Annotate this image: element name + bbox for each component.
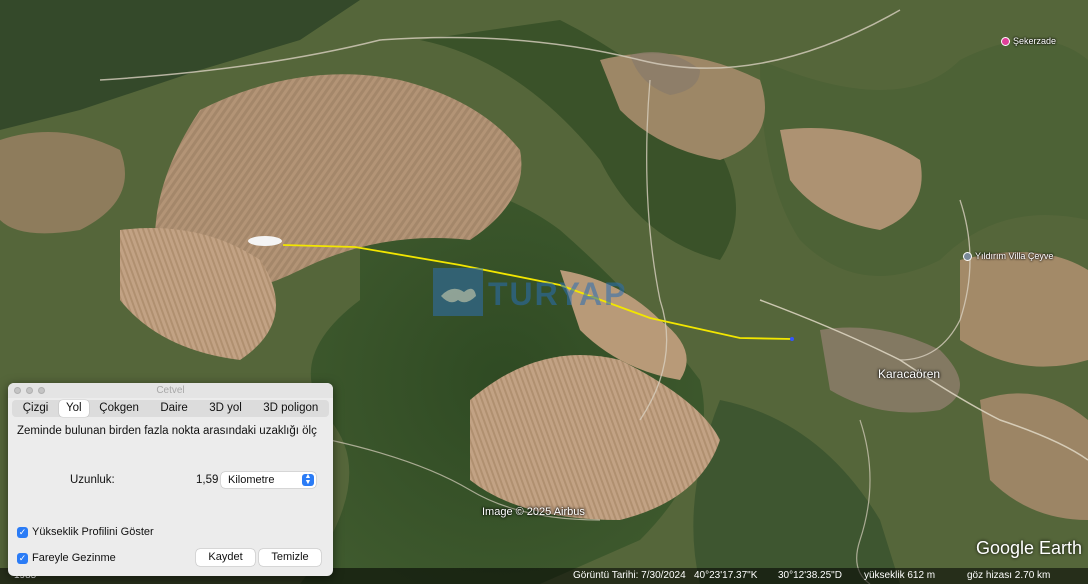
- tab-3d-path[interactable]: 3D yol: [199, 400, 253, 417]
- unit-select[interactable]: Kilometre ▲ ▼: [221, 472, 316, 488]
- tab-line[interactable]: Çizgi: [12, 400, 59, 417]
- imagery-date: Görüntü Tarihi: 7/30/2024: [573, 570, 686, 581]
- poi-villa[interactable]: Yıldırım Villa Çeyve: [963, 251, 1053, 261]
- clear-button[interactable]: Temizle: [259, 549, 321, 566]
- ruler-description: Zeminde bulunan birden fazla nokta arası…: [17, 425, 317, 437]
- google-earth-logo: Google Earth: [976, 538, 1083, 558]
- shopping-pin-icon: [1001, 36, 1010, 46]
- chevron-updown-icon: ▲ ▼: [302, 473, 314, 486]
- ruler-titlebar[interactable]: Cetvel: [8, 383, 333, 398]
- checkmark-icon: ✓: [17, 552, 28, 564]
- field-area: [960, 252, 1088, 367]
- tab-path[interactable]: Yol: [58, 400, 89, 417]
- latitude-readout: 40°23'17.37"K: [694, 570, 758, 581]
- show-profile-checkbox[interactable]: ✓ Yükseklik Profilini Göster: [17, 526, 154, 538]
- length-label: Uzunluk:: [70, 474, 115, 486]
- mouse-nav-checkbox[interactable]: ✓ Fareyle Gezinme: [17, 552, 116, 564]
- elevation-readout: yükseklik 612 m: [864, 570, 936, 581]
- poi-villa-label: Yıldırım Villa Çeyve: [975, 251, 1054, 261]
- tab-polygon[interactable]: Çokgen: [89, 400, 150, 417]
- path-end-marker: [790, 337, 794, 341]
- unit-select-value: Kilometre: [228, 474, 275, 486]
- save-button[interactable]: Kaydet: [196, 549, 255, 566]
- cloud: [248, 236, 282, 246]
- ruler-tabs: Çizgi Yol Çokgen Daire 3D yol 3D poligon: [12, 400, 329, 417]
- length-value: 1,59: [196, 474, 219, 486]
- turyap-watermark-logo: [433, 268, 483, 316]
- ruler-title: Cetvel: [156, 385, 185, 396]
- checkmark-icon: ✓: [17, 526, 28, 538]
- tab-circle[interactable]: Daire: [150, 400, 199, 417]
- tab-3d-polygon[interactable]: 3D poligon: [253, 400, 329, 417]
- location-pin-icon: [963, 251, 972, 261]
- imagery-credit: Image © 2025 Airbus: [482, 506, 585, 518]
- town-label[interactable]: Karacaören: [878, 367, 940, 381]
- mouse-nav-label: Fareyle Gezinme: [32, 552, 116, 564]
- turyap-watermark: TURYAP: [488, 276, 628, 312]
- zoom-window-icon[interactable]: [38, 387, 45, 394]
- poi-shop-label: Şekerzade: [1013, 36, 1057, 46]
- poi-shop[interactable]: Şekerzade: [1001, 36, 1056, 46]
- show-profile-label: Yükseklik Profilini Göster: [32, 526, 154, 538]
- longitude-readout: 30°12'38.25"D: [778, 570, 842, 581]
- minimize-window-icon[interactable]: [26, 387, 33, 394]
- ruler-panel: Cetvel Çizgi Yol Çokgen Daire 3D yol 3D …: [8, 383, 333, 576]
- close-window-icon[interactable]: [14, 387, 21, 394]
- eye-altitude-readout: göz hizası 2.70 km: [967, 570, 1051, 581]
